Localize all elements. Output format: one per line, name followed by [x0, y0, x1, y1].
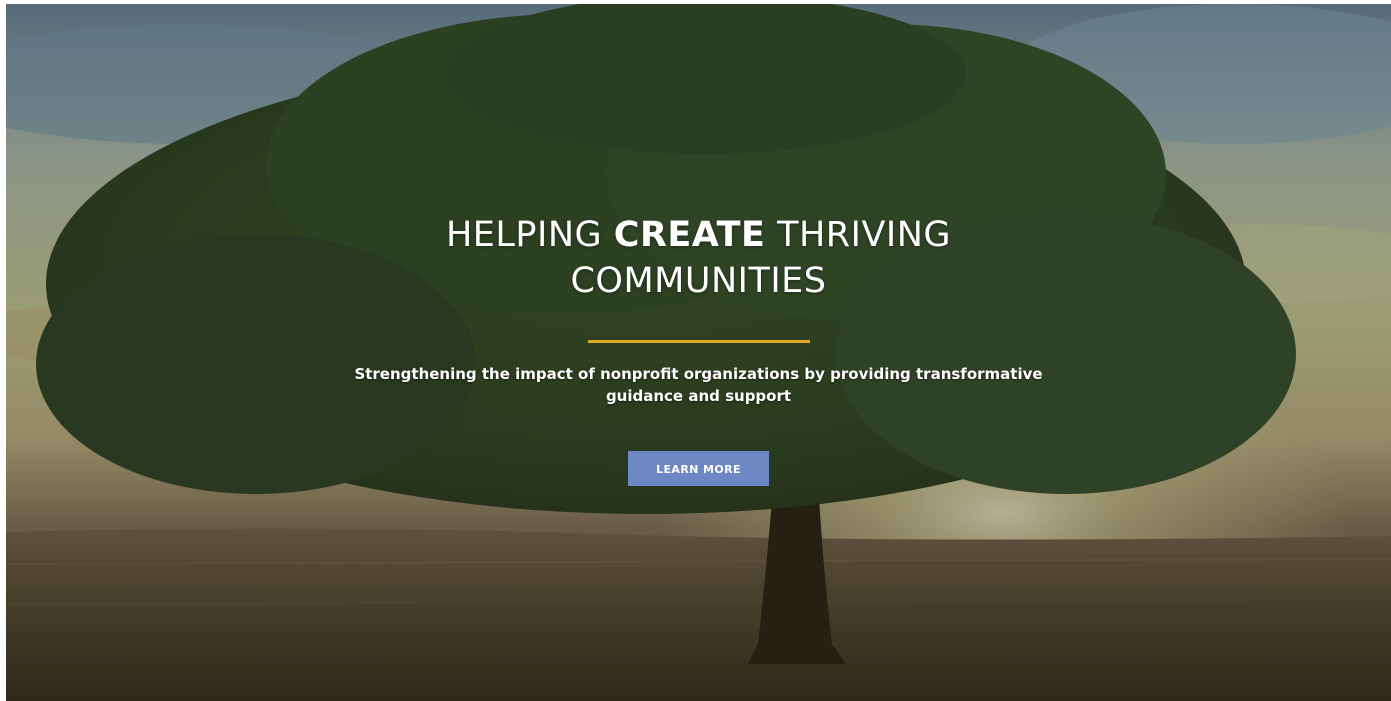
hero-headline: HELPING CREATE THRIVING COMMUNITIES: [319, 212, 1079, 304]
hero-section: HELPING CREATE THRIVING COMMUNITIES Stre…: [6, 4, 1391, 701]
headline-part1: HELPING: [445, 215, 603, 255]
learn-more-button[interactable]: LEARN MORE: [628, 451, 769, 486]
headline-bold: CREATE: [613, 215, 766, 255]
hero-content: HELPING CREATE THRIVING COMMUNITIES Stre…: [6, 212, 1391, 486]
hero-subheading: Strengthening the impact of nonprofit or…: [354, 365, 1043, 405]
accent-divider: [587, 340, 810, 343]
